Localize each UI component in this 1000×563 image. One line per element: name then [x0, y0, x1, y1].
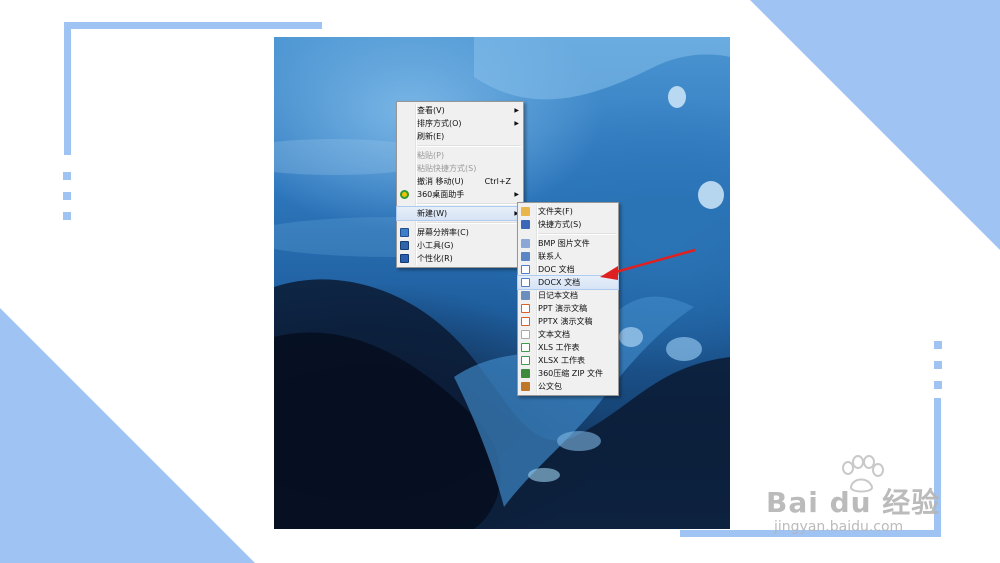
menu-item-paste[interactable]: 粘贴(P) [397, 149, 523, 162]
menu-separator [417, 203, 521, 205]
menu-item-undo-move[interactable]: 撤消 移动(U) Ctrl+Z [397, 175, 523, 188]
submenu-item-shortcut[interactable]: 快捷方式(S) [518, 218, 618, 231]
watermark-url: jingyan.baidu.com [774, 519, 904, 535]
menu-shortcut: Ctrl+Z [484, 177, 511, 186]
360-icon [400, 190, 409, 199]
menu-item-refresh[interactable]: 刷新(E) [397, 130, 523, 143]
decor-dot [934, 341, 942, 349]
menu-item-label: 屏幕分辨率(C) [417, 228, 469, 237]
menu-item-label: 粘贴(P) [417, 151, 445, 160]
annotation-arrow [600, 248, 696, 280]
submenu-item-folder[interactable]: 文件夹(F) [518, 205, 618, 218]
doc-icon [521, 265, 530, 274]
menu-item-gadgets[interactable]: 小工具(G) [397, 239, 523, 252]
gadget-icon [400, 241, 409, 250]
desktop-context-menu: 查看(V) ▶ 排序方式(O) ▶ 刷新(E) 粘贴(P) 粘贴快捷方式(S) 撤消… [396, 101, 524, 268]
menu-item-label: 360桌面助手 [417, 190, 465, 199]
menu-item-label: 快捷方式(S) [538, 220, 582, 229]
menu-item-paste-shortcut[interactable]: 粘贴快捷方式(S) [397, 162, 523, 175]
menu-item-label: 文本文档 [538, 330, 570, 339]
submenu-item-zip[interactable]: 360压缩 ZIP 文件 [518, 367, 618, 380]
menu-item-label: 新建(W) [417, 209, 448, 218]
briefcase-icon [521, 382, 530, 391]
personalize-icon [400, 254, 409, 263]
menu-item-label: 日记本文档 [538, 291, 578, 300]
decor-bar-left [64, 22, 71, 155]
xlsx-icon [521, 356, 530, 365]
decor-dot [63, 212, 71, 220]
zip-icon [521, 369, 530, 378]
submenu-item-text-document[interactable]: 文本文档 [518, 328, 618, 341]
menu-item-screen-resolution[interactable]: 屏幕分辨率(C) [397, 226, 523, 239]
submenu-arrow-icon: ▶ [514, 191, 519, 198]
menu-item-label: XLS 工作表 [538, 343, 580, 352]
menu-item-label: PPT 演示文稿 [538, 304, 588, 313]
menu-item-label: 公文包 [538, 382, 562, 391]
menu-item-label: 小工具(G) [417, 241, 454, 250]
menu-item-label: 个性化(R) [417, 254, 453, 263]
pptx-icon [521, 317, 530, 326]
menu-separator [417, 145, 521, 147]
corner-triangle-top-right [750, 0, 1000, 250]
menu-item-label: XLSX 工作表 [538, 356, 586, 365]
menu-item-view[interactable]: 查看(V) ▶ [397, 104, 523, 117]
menu-item-label: 排序方式(O) [417, 119, 462, 128]
submenu-arrow-icon: ▶ [514, 107, 519, 114]
menu-item-label: 刷新(E) [417, 132, 445, 141]
menu-item-label: 联系人 [538, 252, 562, 261]
journal-icon [521, 291, 530, 300]
menu-item-label: 360压缩 ZIP 文件 [538, 369, 604, 378]
menu-item-label: PPTX 演示文稿 [538, 317, 593, 326]
menu-item-personalize[interactable]: 个性化(R) [397, 252, 523, 265]
menu-separator [417, 222, 521, 224]
contact-icon [521, 252, 530, 261]
decor-dot [63, 192, 71, 200]
submenu-item-pptx[interactable]: PPTX 演示文稿 [518, 315, 618, 328]
corner-triangle-bottom-left [0, 308, 255, 563]
folder-icon [521, 207, 530, 216]
menu-item-label: 粘贴快捷方式(S) [417, 164, 477, 173]
shortcut-icon [521, 220, 530, 229]
submenu-item-journal[interactable]: 日记本文档 [518, 289, 618, 302]
decor-dot [934, 381, 942, 389]
decor-dot [934, 361, 942, 369]
submenu-item-briefcase[interactable]: 公文包 [518, 380, 618, 393]
baidu-jingyan-watermark: Bai du 经验 jingyan.baidu.com [766, 455, 956, 545]
txt-icon [521, 330, 530, 339]
watermark-logo-text: Bai du 经验 [766, 486, 941, 519]
display-icon [400, 228, 409, 237]
menu-item-sort-by[interactable]: 排序方式(O) ▶ [397, 117, 523, 130]
submenu-item-xlsx[interactable]: XLSX 工作表 [518, 354, 618, 367]
menu-item-label: 查看(V) [417, 106, 445, 115]
bmp-icon [521, 239, 530, 248]
xls-icon [521, 343, 530, 352]
decor-bar-top [64, 22, 322, 29]
submenu-item-ppt[interactable]: PPT 演示文稿 [518, 302, 618, 315]
menu-item-new[interactable]: 新建(W)▶ [396, 206, 524, 221]
menu-separator [538, 233, 616, 235]
submenu-item-xls[interactable]: XLS 工作表 [518, 341, 618, 354]
menu-item-label: 文件夹(F) [538, 207, 573, 216]
ppt-icon [521, 304, 530, 313]
new-submenu: 文件夹(F) 快捷方式(S) BMP 图片文件 联系人 DOC 文档 DOCX … [517, 202, 619, 396]
submenu-arrow-icon: ▶ [514, 120, 519, 127]
decor-dot [63, 172, 71, 180]
menu-item-label: 撤消 移动(U) [417, 177, 464, 186]
docx-icon [521, 278, 530, 287]
menu-item-360-desktop-assistant[interactable]: 360桌面助手 ▶ [397, 188, 523, 201]
